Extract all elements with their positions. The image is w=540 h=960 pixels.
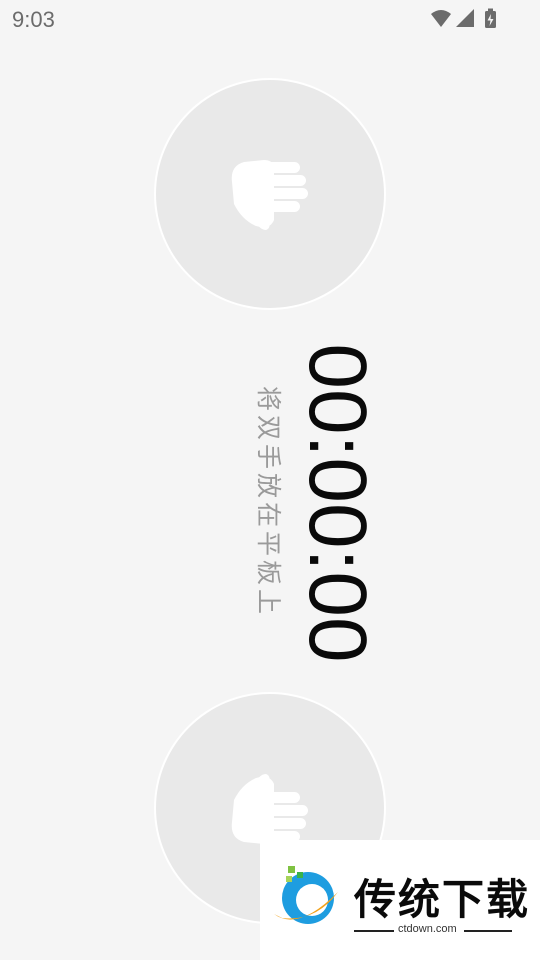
hand-pad-top[interactable] [156, 80, 384, 308]
cell-signal-icon [456, 9, 474, 27]
status-icons [430, 8, 500, 30]
watermark-divider [464, 930, 512, 932]
hand-icon [231, 160, 308, 230]
instruction-text: 将双手放在平板上 [254, 385, 283, 619]
status-bar: 9:03 [0, 0, 540, 38]
watermark-url: ctdown.com [398, 923, 457, 935]
wifi-icon [431, 10, 451, 27]
battery-charging-icon [485, 8, 496, 28]
timer-display: 00:00:00 [292, 343, 383, 663]
logo-icon [274, 866, 338, 924]
status-time: 9:03 [12, 7, 55, 32]
watermark-divider [354, 930, 394, 932]
watermark-title: 传统下载 [354, 875, 531, 924]
hand-icon [231, 774, 308, 844]
watermark-banner: 传统下载 ctdown.com [260, 840, 540, 960]
